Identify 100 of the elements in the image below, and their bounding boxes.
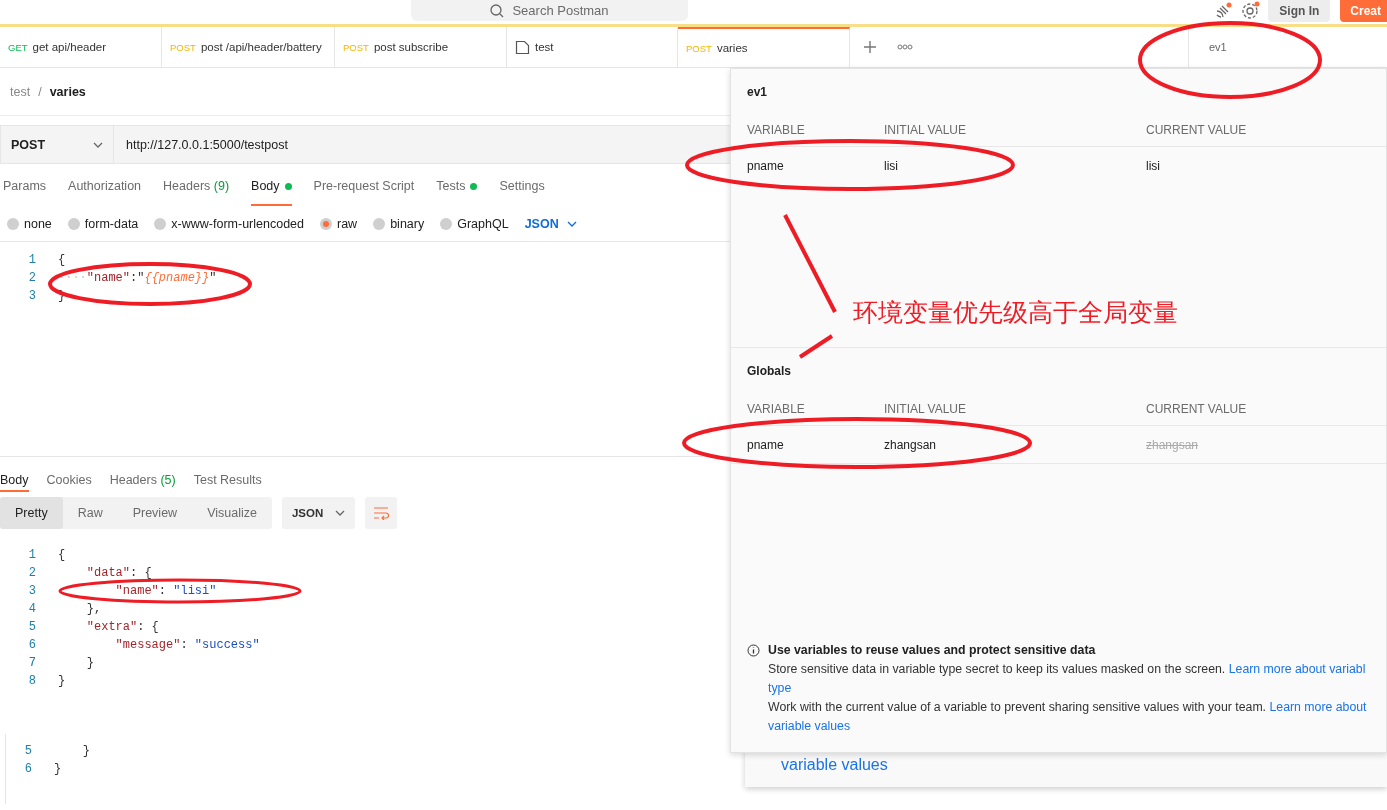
request-section-tab[interactable]: Body <box>251 164 292 206</box>
code-line: { <box>58 548 66 562</box>
chevron-down-icon <box>566 220 577 227</box>
table-cell-text: pname <box>747 436 785 454</box>
column-header: CURRENT VALUE <box>1146 113 1386 147</box>
line-number: 1 <box>27 548 37 562</box>
line-number: 6 <box>27 638 37 652</box>
info-text: Store sensitive data in variable type secret to keep its values masked on the screen. Learn more about variabl type <box>768 661 1367 697</box>
annotation-line <box>798 334 834 359</box>
learn-more-link[interactable]: Learn more about <box>1269 700 1367 714</box>
document-icon <box>515 39 530 55</box>
response-tab[interactable]: Headers (5) <box>109 465 176 492</box>
tab-label: varies <box>716 42 748 54</box>
search-icon <box>490 3 505 18</box>
method-label: POST <box>170 41 196 53</box>
breadcrumb-separator: / <box>38 84 42 99</box>
column-header: INITIAL VALUE <box>884 392 1146 426</box>
wrap-lines-button[interactable] <box>365 497 398 529</box>
wrap-lines-icon <box>373 506 390 520</box>
response-tab[interactable]: Test Results <box>193 465 262 492</box>
table-cell-text: zhangsan <box>884 436 938 454</box>
body-type-radio[interactable]: raw <box>320 216 358 231</box>
method-label: GET <box>8 41 28 53</box>
code-line: } <box>54 762 62 776</box>
code-line: ····"name":"{{pname}}" <box>58 271 217 285</box>
body-type-radio[interactable]: form-data <box>67 216 139 231</box>
info-icon <box>747 644 760 657</box>
body-type-radio[interactable]: binary <box>373 216 425 231</box>
body-type-radio[interactable]: GraphQL <box>440 216 509 231</box>
chevron-down-icon <box>335 510 346 516</box>
learn-more-link[interactable]: variable values <box>768 719 851 733</box>
environment-selector[interactable]: ev1 <box>1188 27 1387 67</box>
satellite-icon[interactable] <box>1214 2 1233 20</box>
view-mode-button[interactable]: Raw <box>62 497 118 529</box>
code-line: } <box>81 744 90 758</box>
line-number: 8 <box>27 674 37 688</box>
url-field[interactable]: http://127.0.0.1:5000/testpost <box>114 137 288 152</box>
tab-label: post subscribe <box>373 41 449 53</box>
code-line: "extra": { <box>85 620 159 634</box>
code-line: "message": "success" <box>114 638 260 652</box>
line-number: 3 <box>27 289 37 303</box>
view-mode-button[interactable]: Preview <box>117 497 193 529</box>
method-label: POST <box>343 41 369 53</box>
tab-label: test <box>535 41 554 53</box>
request-section-tab[interactable]: Authorization <box>68 164 142 206</box>
view-mode-button[interactable]: Pretty <box>0 497 63 529</box>
settings-icon[interactable] <box>1240 1 1261 21</box>
line-number: 5 <box>23 744 33 758</box>
request-tab[interactable]: POST post subscribe <box>335 27 507 67</box>
request-section-tab[interactable]: Headers (9) <box>163 164 230 206</box>
format-select[interactable]: JSON <box>281 497 356 529</box>
table-cell-text: lisi <box>884 157 899 175</box>
learn-more-link[interactable]: type <box>768 681 792 695</box>
more-icon[interactable] <box>897 44 913 50</box>
line-number: 4 <box>27 602 37 616</box>
table-cell-text: pname <box>747 157 785 175</box>
info-title: Use variables to reuse values and protect sensitive data <box>768 642 1097 659</box>
section-title: Globals <box>746 363 792 380</box>
code-line: }, <box>85 602 102 616</box>
response-tab[interactable]: Body <box>0 465 29 492</box>
method-select[interactable]: POST <box>1 126 114 163</box>
request-tab[interactable]: test <box>507 27 678 67</box>
annotation-text: 环境变量优先级高于全局变量 <box>853 297 1178 329</box>
format-dropdown[interactable]: JSON <box>524 216 577 231</box>
line-number: 5 <box>27 620 37 634</box>
variable-values-link[interactable]: variable values <box>781 756 888 774</box>
learn-more-link[interactable]: Learn more about variabl <box>1228 662 1366 676</box>
line-number: 3 <box>27 584 37 598</box>
line-number: 6 <box>23 762 33 776</box>
column-header: VARIABLE <box>747 113 884 147</box>
view-mode-button[interactable]: Visualize <box>192 497 272 529</box>
table-cell-text: zhangsan <box>1146 436 1200 454</box>
search-field[interactable]: Search Postman <box>411 0 688 21</box>
request-section-tab[interactable]: Pre-request Script <box>313 164 415 206</box>
code-line: { <box>58 253 66 267</box>
table-cell-text: lisi <box>1146 157 1161 175</box>
info-text: Work with the current value of a variable to prevent sharing sensitive values with your team. Learn more about variable values <box>768 699 1367 735</box>
line-number: 2 <box>27 566 37 580</box>
code-line: } <box>85 656 94 670</box>
request-section-tab[interactable]: Tests <box>436 164 478 206</box>
tab-label: post /api/header/battery <box>200 41 322 53</box>
body-type-radio[interactable]: x-www-form-urlencoded <box>154 216 304 231</box>
request-name: varies <box>49 84 86 99</box>
line-number: 7 <box>27 656 37 670</box>
plus-icon[interactable] <box>863 40 877 54</box>
sign-in-button[interactable]: Sign In <box>1268 0 1331 22</box>
code-line: } <box>58 674 66 688</box>
column-header: CURRENT VALUE <box>1146 392 1386 426</box>
request-tab[interactable]: GET get api/header <box>0 27 162 67</box>
request-section-tab[interactable]: Params <box>3 164 47 206</box>
section-title: ev1 <box>746 84 769 101</box>
response-tab[interactable]: Cookies <box>46 465 92 492</box>
body-type-radio[interactable]: none <box>7 216 52 231</box>
request-section-tab[interactable]: Settings <box>499 164 545 206</box>
request-tab[interactable]: POST post /api/header/battery <box>162 27 335 67</box>
chevron-down-icon <box>93 141 103 148</box>
code-line: "data": { <box>85 566 152 580</box>
line-number: 2 <box>27 271 37 285</box>
line-number: 1 <box>27 253 37 267</box>
breadcrumb-parent[interactable]: test <box>10 84 31 99</box>
